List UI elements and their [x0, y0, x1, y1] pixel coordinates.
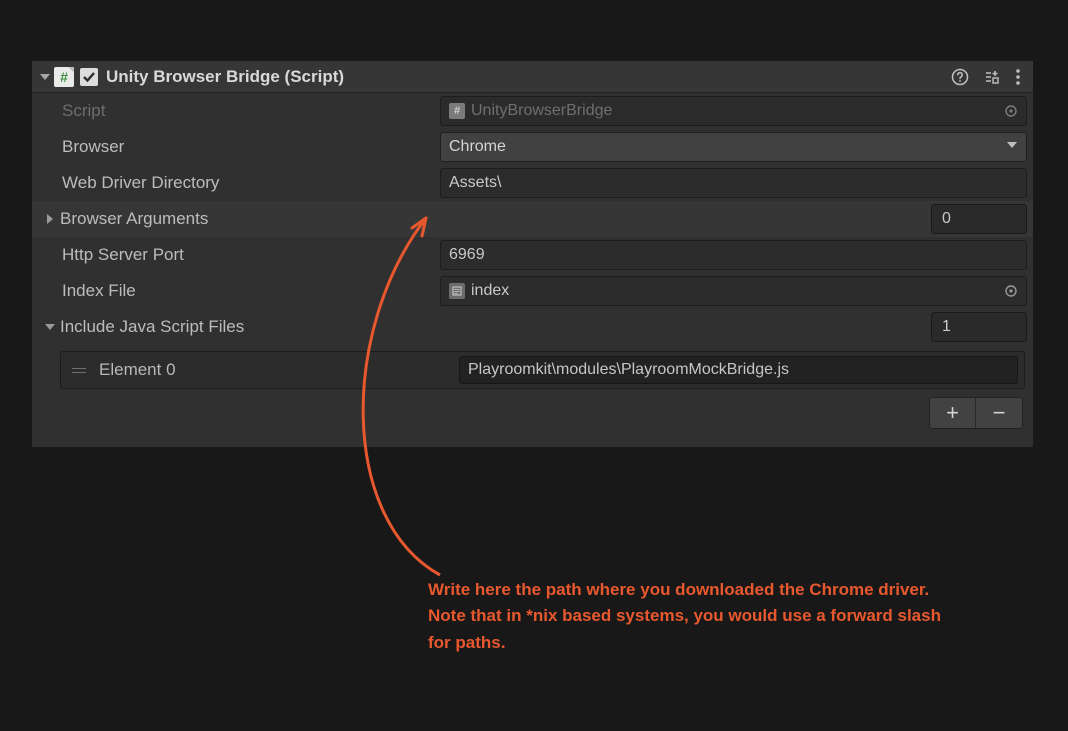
- row-include-js-files: Include Java Script Files 1: [32, 309, 1033, 345]
- element-label: Element 0: [89, 360, 459, 380]
- browser-arguments-count[interactable]: 0: [931, 204, 1027, 234]
- http-server-port-input[interactable]: 6969: [440, 240, 1027, 270]
- dropdown-arrow-icon: [1006, 138, 1018, 156]
- row-webdriver-directory: Web Driver Directory Assets\: [32, 165, 1033, 201]
- label-index-file: Index File: [32, 281, 440, 301]
- csharp-script-icon: #: [449, 103, 465, 119]
- element-value-input[interactable]: Playroomkit\modules\PlayroomMockBridge.j…: [459, 356, 1018, 384]
- browser-dropdown-value: Chrome: [449, 138, 506, 156]
- component-enable-checkbox[interactable]: [80, 68, 98, 86]
- inspector-component-panel: # Unity Browser Bridge (Script) Script #: [31, 60, 1034, 448]
- row-script: Script # UnityBrowserBridge: [32, 93, 1033, 129]
- label-include-js-files: Include Java Script Files: [32, 317, 440, 337]
- list-item: Element 0 Playroomkit\modules\PlayroomMo…: [60, 351, 1025, 389]
- component-header: # Unity Browser Bridge (Script): [32, 61, 1033, 93]
- index-file-value: index: [471, 282, 1004, 300]
- browser-dropdown[interactable]: Chrome: [440, 132, 1027, 162]
- script-value: UnityBrowserBridge: [471, 102, 1004, 120]
- row-browser-arguments: Browser Arguments 0: [32, 201, 1033, 237]
- list-size-controls: + −: [32, 389, 1033, 439]
- list-add-button[interactable]: +: [930, 398, 976, 428]
- list-remove-button[interactable]: −: [976, 398, 1022, 428]
- kebab-menu-icon[interactable]: [1015, 68, 1021, 86]
- webdriver-directory-value: Assets\: [449, 174, 501, 192]
- index-file-object-field[interactable]: index: [440, 276, 1027, 306]
- label-http-server-port: Http Server Port: [32, 245, 440, 265]
- label-browser: Browser: [32, 137, 440, 157]
- presets-icon[interactable]: [983, 68, 1001, 86]
- object-picker-icon[interactable]: [1004, 104, 1018, 118]
- annotation-text: Write here the path where you downloaded…: [428, 577, 1018, 656]
- component-title: Unity Browser Bridge (Script): [106, 67, 951, 87]
- label-webdriver-directory: Web Driver Directory: [32, 173, 440, 193]
- object-picker-icon[interactable]: [1004, 284, 1018, 298]
- browser-arguments-foldout-arrow[interactable]: [42, 213, 58, 225]
- label-browser-arguments: Browser Arguments: [32, 209, 440, 229]
- script-object-field: # UnityBrowserBridge: [440, 96, 1027, 126]
- http-server-port-value: 6969: [449, 246, 485, 264]
- help-icon[interactable]: [951, 68, 969, 86]
- script-file-icon: #: [54, 67, 74, 87]
- component-foldout-arrow[interactable]: [38, 70, 52, 84]
- row-browser: Browser Chrome: [32, 129, 1033, 165]
- drag-handle-icon[interactable]: [69, 368, 89, 373]
- label-script: Script: [32, 101, 440, 121]
- jsfiles-foldout-arrow[interactable]: [42, 321, 58, 333]
- row-index-file: Index File index: [32, 273, 1033, 309]
- webdriver-directory-input[interactable]: Assets\: [440, 168, 1027, 198]
- row-http-server-port: Http Server Port 6969: [32, 237, 1033, 273]
- jsfiles-count[interactable]: 1: [931, 312, 1027, 342]
- text-asset-icon: [449, 283, 465, 299]
